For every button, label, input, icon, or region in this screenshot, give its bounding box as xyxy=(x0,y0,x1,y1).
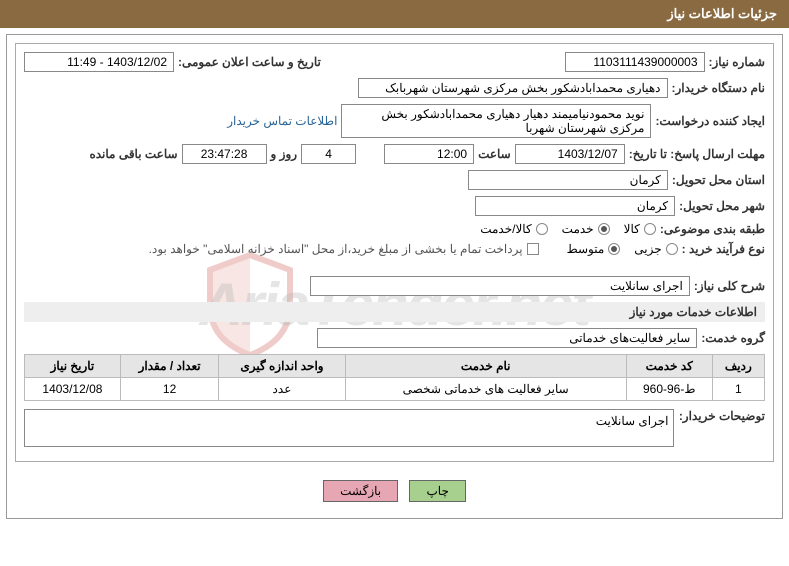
requester-field: نوید محمودنیامیمند دهیار دهیاری محمداباد… xyxy=(341,104,651,138)
cell-name: سایر فعالیت های خدماتی شخصی xyxy=(345,378,626,401)
service-group-field: سایر فعالیت‌های خدماتی xyxy=(317,328,697,348)
subject-class-label: طبقه بندی موضوعی: xyxy=(660,222,765,236)
th-row: ردیف xyxy=(712,355,764,378)
purchase-type-radio-group: جزیی متوسط xyxy=(567,242,678,256)
deadline-time-field: 12:00 xyxy=(384,144,474,164)
buyer-notes-label: توضیحات خریدار: xyxy=(678,409,765,423)
radio-goods-label: کالا xyxy=(624,222,640,236)
radio-service-label: خدمت xyxy=(562,222,594,236)
radio-small-label: جزیی xyxy=(634,242,661,256)
purchase-type-label: نوع فرآیند خرید : xyxy=(682,242,765,256)
delivery-city-label: شهر محل تحویل: xyxy=(679,199,765,213)
th-qty: تعداد / مقدار xyxy=(120,355,218,378)
main-container: شماره نیاز: 1103111439000003 تاریخ و ساع… xyxy=(6,34,783,519)
buyer-notes-text: اجرای سانلایت xyxy=(24,409,674,447)
table-row: 1 ط-96-960 سایر فعالیت های خدماتی شخصی ع… xyxy=(25,378,765,401)
countdown-field: 23:47:28 xyxy=(182,144,267,164)
need-overview-field: اجرای سانلایت xyxy=(310,276,690,296)
requester-label: ایجاد کننده درخواست: xyxy=(655,114,765,128)
services-table: ردیف کد خدمت نام خدمت واحد اندازه گیری ت… xyxy=(24,354,765,401)
th-code: کد خدمت xyxy=(626,355,712,378)
treasury-checkbox[interactable] xyxy=(527,243,539,255)
th-name: نام خدمت xyxy=(345,355,626,378)
back-button[interactable]: بازگشت xyxy=(323,480,398,502)
days-remaining-field: 4 xyxy=(301,144,356,164)
footer-buttons: چاپ بازگشت xyxy=(15,472,774,510)
buyer-org-label: نام دستگاه خریدار: xyxy=(672,81,766,95)
radio-goods[interactable] xyxy=(644,223,656,235)
cell-row: 1 xyxy=(712,378,764,401)
page-title: جزئیات اطلاعات نیاز xyxy=(0,0,789,28)
days-label: روز و xyxy=(271,147,298,161)
cell-code: ط-96-960 xyxy=(626,378,712,401)
radio-goods-service-label: کالا/خدمت xyxy=(480,222,531,236)
need-number-field: 1103111439000003 xyxy=(565,52,705,72)
radio-medium-label: متوسط xyxy=(567,242,605,256)
radio-service[interactable] xyxy=(598,223,610,235)
radio-goods-service[interactable] xyxy=(536,223,548,235)
cell-qty: 12 xyxy=(120,378,218,401)
cell-date: 1403/12/08 xyxy=(25,378,121,401)
service-group-label: گروه خدمت: xyxy=(701,331,765,345)
delivery-province-label: استان محل تحویل: xyxy=(672,173,765,187)
deadline-date-field: 1403/12/07 xyxy=(515,144,625,164)
th-date: تاریخ نیاز xyxy=(25,355,121,378)
cell-unit: عدد xyxy=(219,378,345,401)
buyer-org-field: دهیاری محمدابادشکور بخش مرکزی شهرستان شه… xyxy=(358,78,668,98)
delivery-province-field: کرمان xyxy=(468,170,668,190)
delivery-city-field: کرمان xyxy=(475,196,675,216)
remaining-label: ساعت باقی مانده xyxy=(89,147,177,161)
need-number-label: شماره نیاز: xyxy=(709,55,765,69)
subject-radio-group: کالا خدمت کالا/خدمت xyxy=(480,222,656,236)
announcement-label: تاریخ و ساعت اعلان عمومی: xyxy=(178,55,321,69)
radio-medium[interactable] xyxy=(608,243,620,255)
payment-note: پرداخت تمام یا بخشی از مبلغ خرید،از محل … xyxy=(149,242,523,256)
details-fieldset: شماره نیاز: 1103111439000003 تاریخ و ساع… xyxy=(15,43,774,462)
announcement-field: 1403/12/02 - 11:49 xyxy=(24,52,174,72)
th-unit: واحد اندازه گیری xyxy=(219,355,345,378)
services-section-title: اطلاعات خدمات مورد نیاز xyxy=(24,302,765,322)
need-overview-label: شرح کلی نیاز: xyxy=(694,279,765,293)
radio-small[interactable] xyxy=(666,243,678,255)
deadline-label: مهلت ارسال پاسخ: تا تاریخ: xyxy=(629,147,765,161)
hour-label: ساعت xyxy=(478,147,511,161)
buyer-contact-link[interactable]: اطلاعات تماس خریدار xyxy=(227,114,337,128)
print-button[interactable]: چاپ xyxy=(409,480,465,502)
